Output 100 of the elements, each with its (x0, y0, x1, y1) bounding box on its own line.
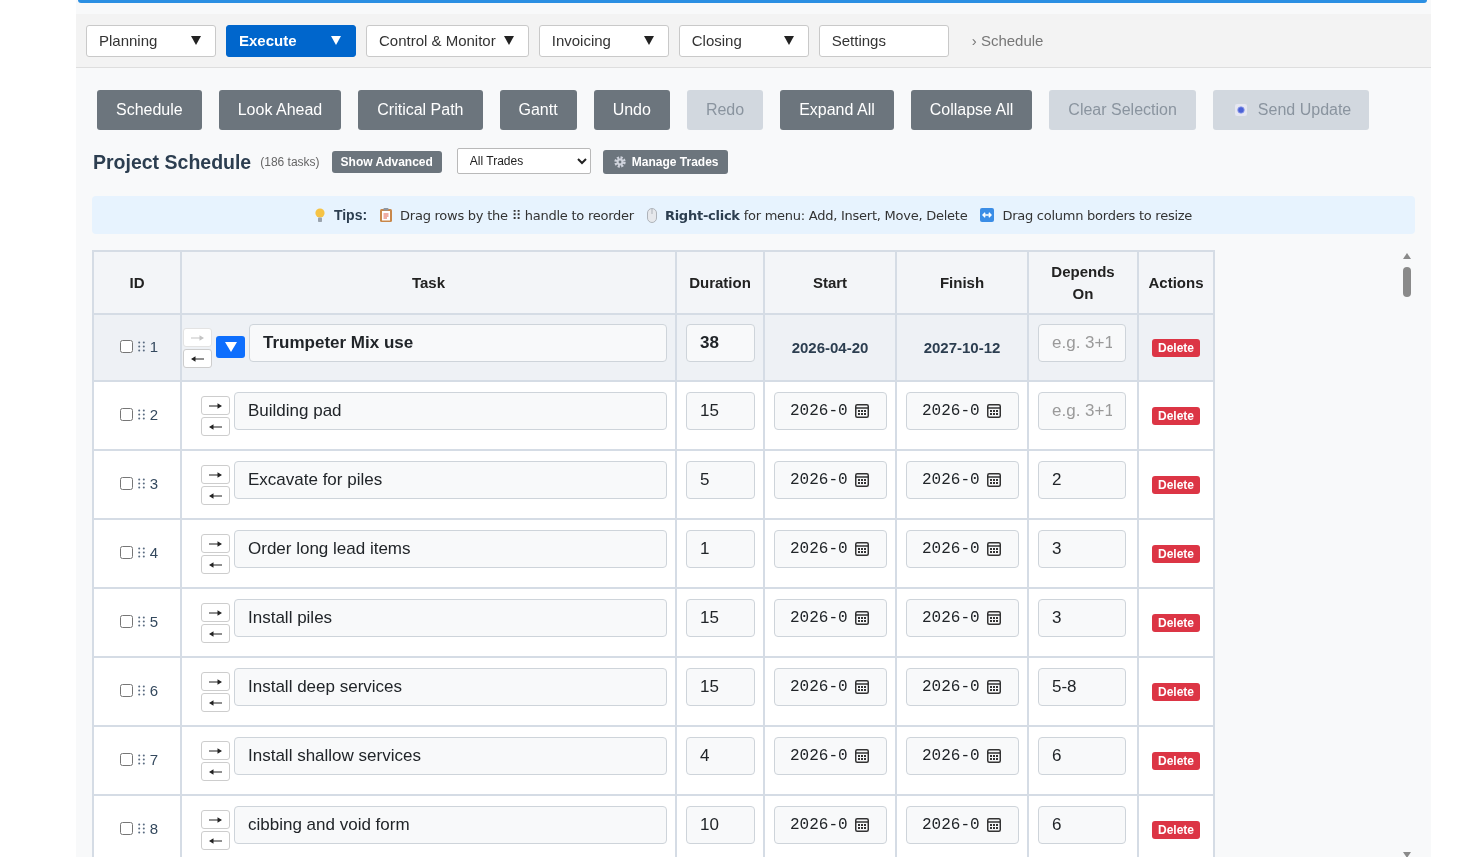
delete-button[interactable]: Delete (1152, 683, 1200, 701)
delete-button[interactable]: Delete (1152, 407, 1200, 425)
calendar-icon[interactable] (987, 542, 1001, 556)
start-date-field[interactable]: 2026-0 (774, 668, 887, 706)
duration-field[interactable]: 15 (686, 392, 755, 430)
drag-handle-icon[interactable] (137, 478, 145, 489)
outdent-button[interactable] (201, 762, 230, 781)
nav-menu-button[interactable]: Closing (678, 24, 809, 57)
nav-menu-button[interactable]: Execute (226, 24, 356, 57)
task-name-field[interactable]: Order long lead items (234, 530, 667, 568)
duration-field[interactable]: 10 (686, 806, 755, 844)
outdent-button[interactable] (183, 349, 212, 368)
depends-on-field[interactable]: 5-8 (1038, 668, 1126, 706)
finish-date-field[interactable]: 2026-0 (906, 530, 1019, 568)
start-date-field[interactable]: 2026-0 (774, 392, 887, 430)
depends-on-field[interactable]: 2 (1038, 461, 1126, 499)
indent-button[interactable] (201, 465, 230, 484)
duration-field[interactable]: 1 (686, 530, 755, 568)
calendar-icon[interactable] (987, 404, 1001, 418)
toolbar-button[interactable]: Critical Path (358, 90, 483, 130)
duration-field[interactable]: 38 (686, 324, 755, 362)
finish-date-field[interactable]: 2026-0 (906, 392, 1019, 430)
duration-field[interactable]: 4 (686, 737, 755, 775)
nav-menu-button[interactable]: Control & Monitor (366, 24, 529, 57)
task-name-field[interactable]: Excavate for piles (234, 461, 667, 499)
start-date-field[interactable]: 2026-0 (774, 530, 887, 568)
finish-date-field[interactable]: 2026-0 (906, 461, 1019, 499)
calendar-icon[interactable] (855, 818, 869, 832)
duration-field[interactable]: 15 (686, 599, 755, 637)
calendar-icon[interactable] (855, 404, 869, 418)
nav-menu-button[interactable]: Settings (818, 24, 949, 57)
delete-button[interactable]: Delete (1152, 339, 1200, 357)
finish-date-field[interactable]: 2026-0 (906, 599, 1019, 637)
toolbar-button[interactable]: Collapse All (910, 90, 1033, 130)
drag-handle-icon[interactable] (137, 409, 145, 420)
task-name-field[interactable]: Install deep services (234, 668, 667, 706)
drag-handle-icon[interactable] (137, 616, 145, 627)
drag-handle-icon[interactable] (137, 341, 145, 352)
row-checkbox[interactable] (119, 340, 133, 353)
finish-date-field[interactable]: 2026-0 (906, 668, 1019, 706)
calendar-icon[interactable] (855, 680, 869, 694)
delete-button[interactable]: Delete (1152, 614, 1200, 632)
row-checkbox[interactable] (119, 822, 133, 835)
outdent-button[interactable] (201, 693, 230, 712)
start-date-field[interactable]: 2026-0 (774, 806, 887, 844)
delete-button[interactable]: Delete (1152, 545, 1200, 563)
delete-button[interactable]: Delete (1152, 476, 1200, 494)
finish-date-field[interactable]: 2026-0 (906, 737, 1019, 775)
depends-on-field[interactable]: 6 (1038, 737, 1126, 775)
depends-on-field[interactable]: 6 (1038, 806, 1126, 844)
drag-handle-icon[interactable] (137, 754, 145, 765)
indent-button[interactable] (201, 672, 230, 691)
toolbar-button[interactable]: Undo (593, 90, 670, 130)
trade-filter-select[interactable]: All Trades (456, 148, 591, 174)
calendar-icon[interactable] (855, 749, 869, 763)
calendar-icon[interactable] (987, 749, 1001, 763)
delete-button[interactable]: Delete (1152, 752, 1200, 770)
depends-on-field[interactable]: 3 (1038, 599, 1126, 637)
outdent-button[interactable] (201, 624, 230, 643)
depends-on-field[interactable]: 3 (1038, 530, 1126, 568)
collapse-toggle[interactable] (216, 336, 245, 358)
outdent-button[interactable] (201, 486, 230, 505)
task-name-field[interactable]: Install piles (234, 599, 667, 637)
toolbar-button[interactable]: Gantt (499, 90, 577, 130)
start-date-field[interactable]: 2026-0 (774, 737, 887, 775)
calendar-icon[interactable] (987, 818, 1001, 832)
outdent-button[interactable] (201, 555, 230, 574)
toolbar-button[interactable]: Expand All (780, 90, 894, 130)
indent-button[interactable] (201, 810, 230, 829)
calendar-icon[interactable] (987, 473, 1001, 487)
row-checkbox[interactable] (119, 546, 133, 559)
indent-button[interactable] (201, 396, 230, 415)
delete-button[interactable]: Delete (1152, 821, 1200, 839)
finish-date-field[interactable]: 2026-0 (906, 806, 1019, 844)
task-name-field[interactable]: Trumpeter Mix use (249, 324, 667, 362)
drag-handle-icon[interactable] (137, 685, 145, 696)
calendar-icon[interactable] (855, 473, 869, 487)
row-checkbox[interactable] (119, 684, 133, 697)
start-date-field[interactable]: 2026-0 (774, 599, 887, 637)
drag-handle-icon[interactable] (137, 823, 145, 834)
row-checkbox[interactable] (119, 477, 133, 490)
task-name-field[interactable]: Install shallow services (234, 737, 667, 775)
calendar-icon[interactable] (855, 542, 869, 556)
indent-button[interactable] (201, 741, 230, 760)
duration-field[interactable]: 15 (686, 668, 755, 706)
toolbar-button[interactable]: Schedule (97, 90, 202, 130)
row-checkbox[interactable] (119, 753, 133, 766)
row-checkbox[interactable] (119, 615, 133, 628)
calendar-icon[interactable] (855, 611, 869, 625)
row-checkbox[interactable] (119, 408, 133, 421)
task-name-field[interactable]: cibbing and void form (234, 806, 667, 844)
calendar-icon[interactable] (987, 680, 1001, 694)
calendar-icon[interactable] (987, 611, 1001, 625)
task-name-field[interactable]: Building pad (234, 392, 667, 430)
indent-button[interactable] (201, 603, 230, 622)
show-advanced-button[interactable]: Show Advanced (331, 151, 442, 173)
duration-field[interactable]: 5 (686, 461, 755, 499)
drag-handle-icon[interactable] (137, 547, 145, 558)
indent-button[interactable] (201, 534, 230, 553)
toolbar-button[interactable]: Look Ahead (218, 90, 342, 130)
